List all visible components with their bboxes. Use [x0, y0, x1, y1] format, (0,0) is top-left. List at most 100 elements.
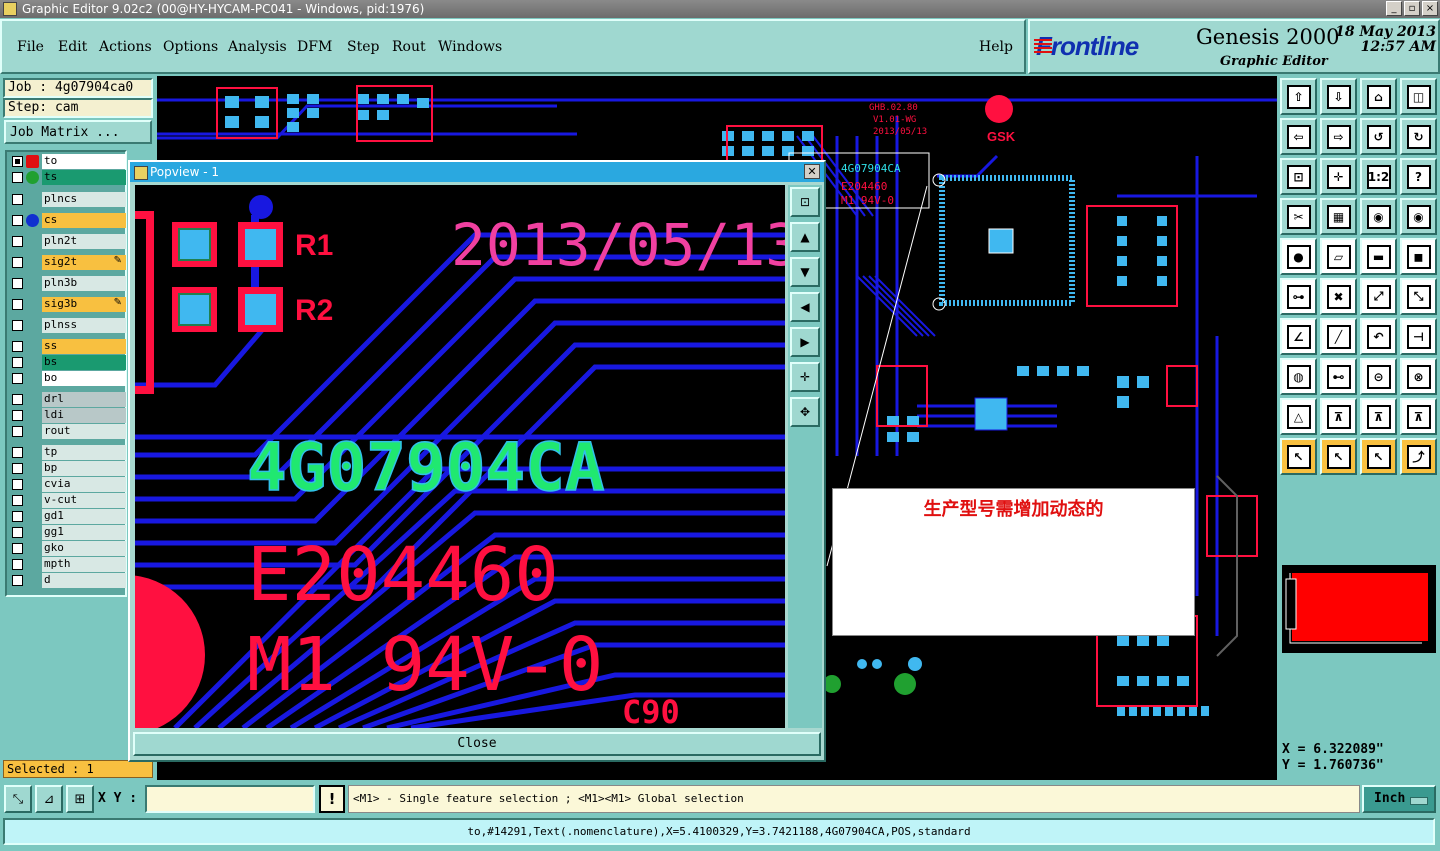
layer-b-icon[interactable]: ◉ — [1400, 198, 1437, 235]
layer-row-cs[interactable]: cs — [9, 213, 126, 228]
pan-up-icon[interactable]: ▲ — [790, 222, 820, 252]
layer-row-cvia[interactable]: cvia — [9, 477, 126, 492]
select-pointer-icon[interactable]: ↖ — [1280, 438, 1317, 475]
menu-edit[interactable]: Edit — [58, 39, 87, 55]
layer-checkbox[interactable] — [12, 299, 23, 310]
layer-checkbox[interactable] — [12, 341, 23, 352]
select-pointer-c-icon[interactable]: ↖ — [1360, 438, 1397, 475]
popview-window[interactable]: Popview - 1 ✕ R1 R2 2013/05/13 4G07904CA… — [128, 160, 826, 762]
grid-icon[interactable]: ▦ — [1320, 198, 1357, 235]
triangle-a-icon[interactable]: △ — [1280, 398, 1317, 435]
layer-checkbox[interactable] — [12, 373, 23, 384]
measure-icon[interactable]: ⤡ — [4, 785, 32, 813]
layer-checkbox[interactable] — [12, 320, 23, 331]
pan-left-icon[interactable]: ⇦ — [1280, 118, 1317, 155]
layer-checkbox[interactable] — [12, 236, 23, 247]
layer-row-to[interactable]: to — [9, 154, 126, 169]
layer-row-v-cut[interactable]: v-cut — [9, 493, 126, 508]
menu-analysis[interactable]: Analysis — [228, 39, 287, 55]
select-net-icon[interactable]: ⤴ — [1400, 438, 1437, 475]
layer-checkbox[interactable] — [12, 394, 23, 405]
pan-left-icon[interactable]: ◀ — [790, 292, 820, 322]
layer-checkbox[interactable] — [12, 447, 23, 458]
grid-icon[interactable]: ⊞ — [66, 785, 94, 813]
popview-svg[interactable]: R1 R2 2013/05/13 4G07904CA E204460 M1 94… — [135, 185, 785, 728]
layer-row-mpth[interactable]: mpth — [9, 557, 126, 572]
layer-checkbox[interactable] — [12, 357, 23, 368]
layer-row-plncs[interactable]: plncs — [9, 192, 126, 207]
zoom-out-icon[interactable]: ✥ — [790, 397, 820, 427]
layer-row-tp[interactable]: tp — [9, 445, 126, 460]
pad-select-icon[interactable]: ◍ — [1280, 358, 1317, 395]
xy-input[interactable] — [145, 785, 315, 813]
small-ic[interactable] — [974, 397, 1008, 431]
layer-checkbox[interactable] — [12, 559, 23, 570]
layer-checkbox[interactable] — [12, 575, 23, 586]
zoom-1-2-icon[interactable]: 1:2 — [1360, 158, 1397, 195]
layer-row-bs[interactable]: bs — [9, 355, 126, 370]
layer-a-icon[interactable]: ◉ — [1360, 198, 1397, 235]
triangle-c-icon[interactable]: ⊼ — [1360, 398, 1397, 435]
layer-row-plnss[interactable]: plnss — [9, 318, 126, 333]
home-icon[interactable]: ⌂ — [1360, 78, 1397, 115]
popview-title-bar[interactable]: Popview - 1 ✕ — [130, 162, 824, 182]
menu-options[interactable]: Options — [163, 39, 218, 55]
layer-checkbox[interactable] — [12, 156, 23, 167]
layer-checkbox[interactable] — [12, 257, 23, 268]
layer-checkbox[interactable] — [12, 495, 23, 506]
layer-checkbox[interactable] — [12, 463, 23, 474]
triangle-b-icon[interactable]: ⊼ — [1320, 398, 1357, 435]
ruler-icon[interactable]: ▬ — [1360, 238, 1397, 275]
unit-selector[interactable]: Inch — [1362, 785, 1436, 813]
popview-close-button[interactable]: Close — [133, 732, 821, 756]
layer-checkbox[interactable] — [12, 215, 23, 226]
menu-help[interactable]: Help — [979, 39, 1013, 55]
main-ic[interactable] — [932, 173, 1075, 311]
triangle-d-icon[interactable]: ⊼ — [1400, 398, 1437, 435]
layer-row-rout[interactable]: rout — [9, 424, 126, 439]
snap-icon[interactable]: ⊿ — [35, 785, 63, 813]
layer-row-sig3b[interactable]: sig3b ✎ — [9, 297, 126, 312]
line-angle-icon[interactable]: ∠ — [1280, 318, 1317, 355]
pan-down-icon[interactable]: ▼ — [790, 257, 820, 287]
cut-icon[interactable]: ⊝ — [1360, 358, 1397, 395]
layer-checkbox[interactable] — [12, 527, 23, 538]
popview-canvas[interactable]: R1 R2 2013/05/13 4G07904CA E204460 M1 94… — [135, 185, 785, 728]
menu-rout[interactable]: Rout — [392, 39, 426, 55]
layer-checkbox[interactable] — [12, 410, 23, 421]
job-matrix-button[interactable]: Job Matrix ... — [4, 120, 152, 144]
add-surface-icon[interactable]: ◼ — [1400, 238, 1437, 275]
window-view-icon[interactable]: ◫ — [1400, 78, 1437, 115]
pan-right-icon[interactable]: ▶ — [790, 327, 820, 357]
minimize-button[interactable]: _ — [1386, 1, 1402, 16]
pan-down-icon[interactable]: ⇩ — [1320, 78, 1357, 115]
redo-view-icon[interactable]: ↻ — [1400, 118, 1437, 155]
pan-up-icon[interactable]: ⇧ — [1280, 78, 1317, 115]
layer-row-bp[interactable]: bp — [9, 461, 126, 476]
layer-row-pln3b[interactable]: pln3b — [9, 276, 126, 291]
layer-checkbox[interactable] — [12, 278, 23, 289]
layer-row-bo[interactable]: bo — [9, 371, 126, 386]
menu-file[interactable]: File — [17, 39, 44, 55]
model-text[interactable]: 4G07904CA — [246, 428, 605, 507]
layer-checkbox[interactable] — [12, 426, 23, 437]
menu-step[interactable]: Step — [347, 39, 379, 55]
layer-row-d[interactable]: d — [9, 573, 126, 588]
zoom-in-icon[interactable]: ✛ — [790, 362, 820, 392]
pan-right-icon[interactable]: ⇨ — [1320, 118, 1357, 155]
layer-row-ss[interactable]: ss — [9, 339, 126, 354]
net-select-icon[interactable]: ⊷ — [1320, 358, 1357, 395]
menu-windows[interactable]: Windows — [438, 39, 502, 55]
close-window-button[interactable]: × — [1422, 1, 1438, 16]
help-icon[interactable]: ? — [1400, 158, 1437, 195]
zoom-center-icon[interactable]: ✛ — [1320, 158, 1357, 195]
add-line-icon[interactable]: ▱ — [1320, 238, 1357, 275]
layer-row-gd1[interactable]: gd1 — [9, 509, 126, 524]
layer-row-gko[interactable]: gko — [9, 541, 126, 556]
board-model-text[interactable]: 4G07904CA — [841, 162, 901, 175]
alert-icon[interactable]: ! — [319, 785, 345, 813]
layer-checkbox[interactable] — [12, 194, 23, 205]
select-pointer-b-icon[interactable]: ↖ — [1320, 438, 1357, 475]
resize-icon[interactable]: ⤡ — [1400, 278, 1437, 315]
zoom-fit-icon[interactable]: ⊡ — [790, 187, 820, 217]
